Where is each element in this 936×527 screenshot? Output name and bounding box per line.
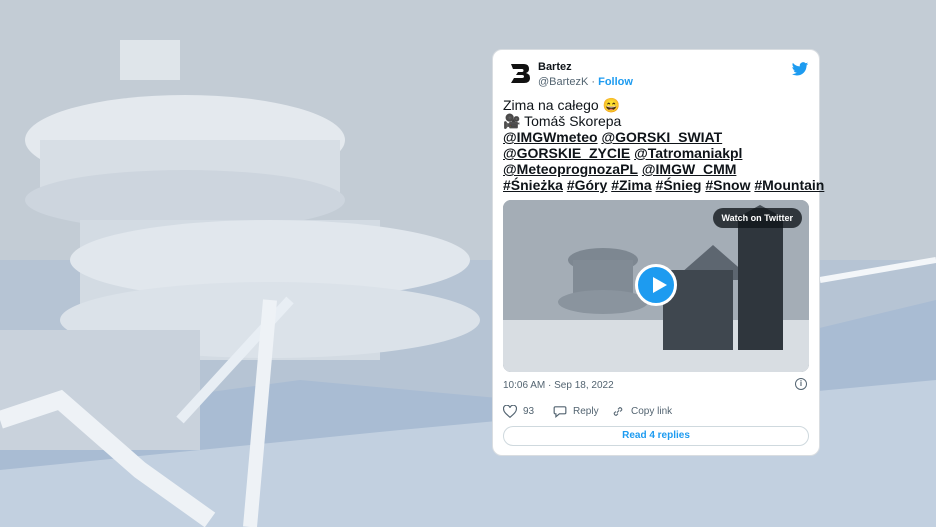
- video-thumbnail[interactable]: Watch on Twitter: [503, 200, 809, 372]
- tweet-text-line: @GORSKIE_ZYCIE @Tatromaniakpl: [503, 145, 811, 161]
- logo-icon: [511, 64, 530, 83]
- hashtag-link[interactable]: #Snow: [705, 177, 750, 193]
- tweet-text-line: @IMGWmeteo @GORSKI_SWIAT: [503, 129, 811, 145]
- copy-link-label: Copy link: [631, 406, 673, 417]
- tweet-text-line: 🎥 Tomáš Skorepa: [503, 113, 811, 129]
- hashtag-link[interactable]: #Mountain: [754, 177, 824, 193]
- tweet-header: Bartez @BartezK · Follow: [507, 60, 809, 94]
- hashtag-link[interactable]: #Góry: [567, 177, 607, 193]
- twitter-bird-icon[interactable]: [791, 60, 809, 78]
- hashtag-link[interactable]: #Zima: [611, 177, 651, 193]
- like-count: 93: [523, 406, 535, 417]
- tweet-text: Zima na całego 😄 🎥 Tomáš Skorepa @IMGWmete…: [503, 97, 824, 193]
- tweet-text-line: #Śnieżka #Góry #Zima #Śnieg #Snow #Mount…: [503, 177, 824, 193]
- watch-on-twitter-button[interactable]: Watch on Twitter: [712, 208, 802, 228]
- play-icon[interactable]: [635, 264, 677, 306]
- mention-link[interactable]: @IMGW_CMM: [642, 161, 737, 177]
- mention-link[interactable]: @GORSKI_SWIAT: [601, 129, 722, 145]
- tweet-text-segment: Zima na całego 😄: [503, 97, 621, 113]
- mention-link[interactable]: @Tatromaniakpl: [634, 145, 742, 161]
- separator: ·: [591, 76, 596, 88]
- hashtag-link[interactable]: #Śnieżka: [503, 177, 563, 193]
- heart-icon: [503, 405, 517, 418]
- reply-icon: [553, 406, 567, 418]
- follow-button[interactable]: Follow: [598, 76, 633, 88]
- tweet-text-line: @MeteoprognozaPL @IMGW_CMM: [503, 161, 811, 177]
- display-name[interactable]: Bartez: [538, 61, 572, 73]
- link-icon: [613, 407, 623, 416]
- handle-line: @BartezK · Follow: [538, 76, 633, 88]
- timestamp[interactable]: 10:06 AM · Sep 18, 2022: [503, 380, 614, 391]
- handle[interactable]: @BartezK: [538, 76, 588, 88]
- info-icon[interactable]: i: [795, 378, 807, 390]
- avatar[interactable]: [507, 60, 533, 86]
- read-replies-button[interactable]: Read 4 replies: [503, 426, 809, 446]
- embedded-tweet[interactable]: Bartez @BartezK · Follow Zima na całego …: [492, 49, 824, 456]
- hashtag-link[interactable]: #Śnieg: [656, 177, 702, 193]
- mention-link[interactable]: @IMGWmeteo: [503, 129, 598, 145]
- mention-link[interactable]: @MeteoprognozaPL: [503, 161, 638, 177]
- tweet-text-segment: 🎥 Tomáš Skorepa: [503, 113, 622, 129]
- reply-label: Reply: [573, 406, 599, 417]
- tweet-text-line: Zima na całego 😄: [503, 97, 811, 113]
- mention-link[interactable]: @GORSKIE_ZYCIE: [503, 145, 630, 161]
